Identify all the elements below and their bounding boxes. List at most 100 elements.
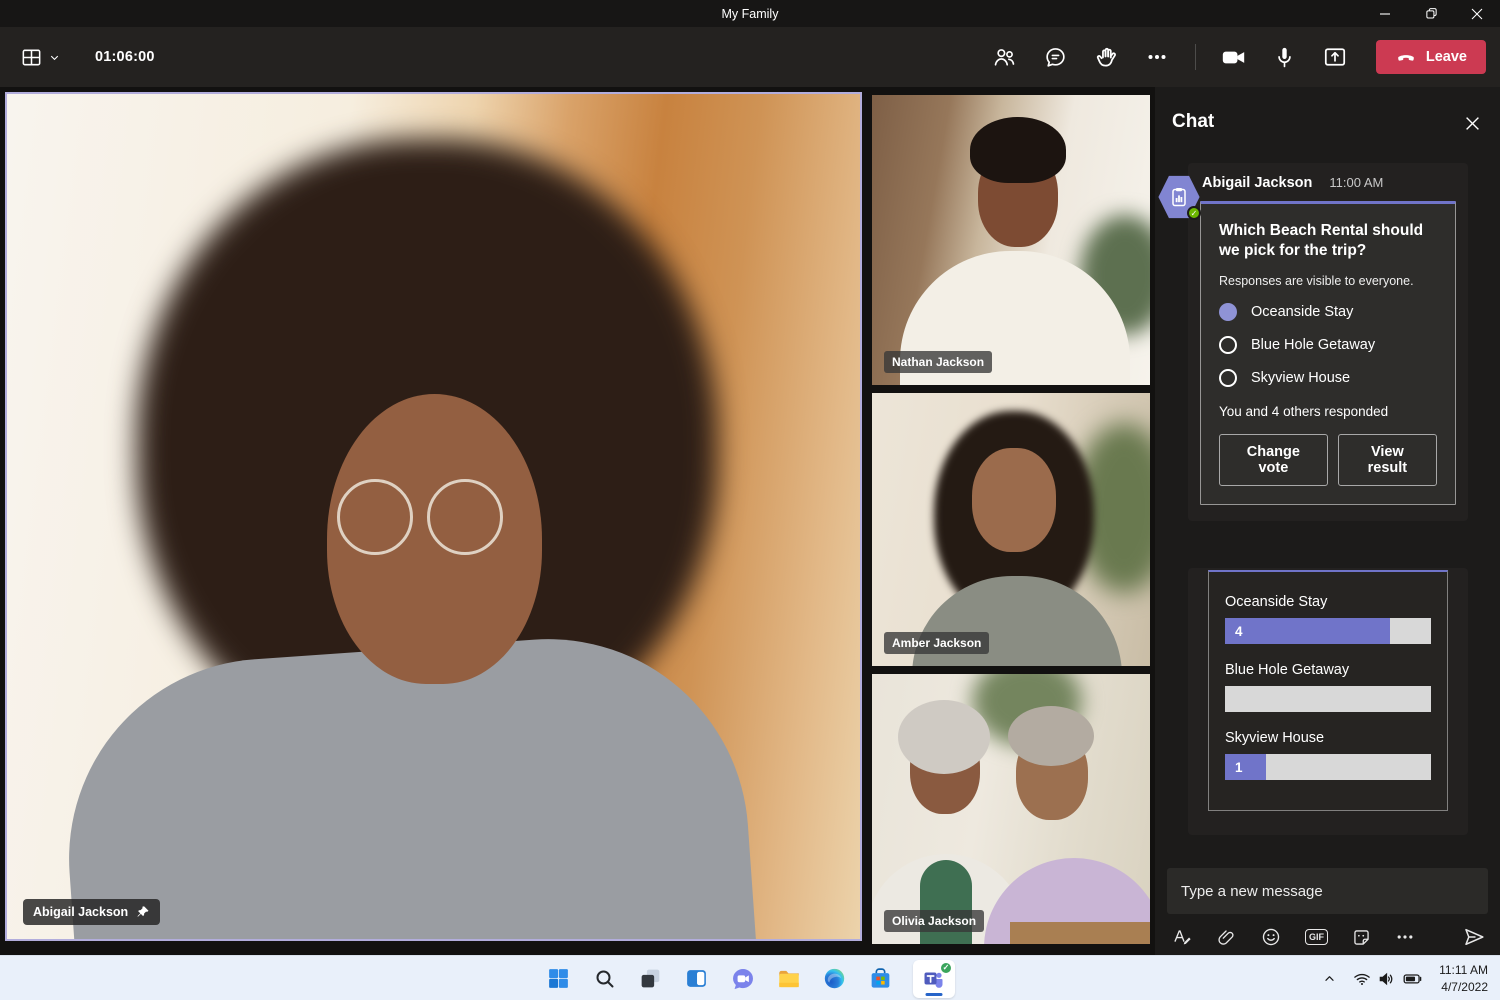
chat-message-poll-results: Oceanside Stay 4 Blue Hole Getaway Skyvi… xyxy=(1188,568,1468,835)
window-controls xyxy=(1362,0,1500,27)
minimize-button[interactable] xyxy=(1362,0,1408,27)
poll-option-radio[interactable] xyxy=(1219,369,1237,387)
video-tile-nathan[interactable]: Nathan Jackson xyxy=(872,95,1150,385)
restore-button[interactable] xyxy=(1408,0,1454,27)
tray-date: 4/7/2022 xyxy=(1439,979,1488,995)
camera-button[interactable] xyxy=(1211,37,1256,77)
result-label: Oceanside Stay xyxy=(1225,594,1431,610)
poll-option-label: Oceanside Stay xyxy=(1251,304,1353,320)
close-icon xyxy=(1471,8,1483,20)
meeting-stage: Abigail Jackson Nathan Jackson Amber Jac… xyxy=(0,87,1500,955)
participant-name-tag: Abigail Jackson xyxy=(23,899,160,925)
store-button[interactable] xyxy=(867,965,894,992)
wifi-icon xyxy=(1352,969,1372,989)
battery-icon xyxy=(1402,968,1423,989)
send-button[interactable] xyxy=(1462,925,1486,949)
poll-option-radio[interactable] xyxy=(1219,336,1237,354)
gif-button[interactable]: GIF xyxy=(1305,929,1328,945)
attach-button[interactable] xyxy=(1216,927,1237,948)
participant-name-tag: Olivia Jackson xyxy=(884,910,984,932)
poll-option: Blue Hole Getaway xyxy=(1219,336,1437,354)
camera-icon xyxy=(1220,44,1247,71)
widgets-button[interactable] xyxy=(683,965,710,992)
result-votes: 4 xyxy=(1235,624,1243,639)
poll-option: Oceanside Stay xyxy=(1219,303,1437,321)
search-button[interactable] xyxy=(591,965,618,992)
close-button[interactable] xyxy=(1454,0,1500,27)
edge-icon xyxy=(822,966,847,991)
windows-chat-icon xyxy=(730,966,756,992)
taskbar-clock[interactable]: 11:11 AM 4/7/2022 xyxy=(1435,962,1492,994)
meeting-chat-button[interactable] xyxy=(1033,37,1078,77)
poll-bot-avatar: ✓ xyxy=(1158,175,1200,219)
send-icon xyxy=(1462,925,1486,949)
hangup-phone-icon xyxy=(1395,46,1417,68)
main-video-tile-abigail[interactable]: Abigail Jackson xyxy=(5,92,862,941)
raised-hand-icon xyxy=(1094,45,1119,70)
format-icon xyxy=(1171,926,1193,948)
teams-meeting-window: My Family 01:06:00 xyxy=(0,0,1500,1000)
chat-message-poll: Abigail Jackson 11:00 AM Which Beach Ren… xyxy=(1188,163,1468,521)
poll-responded-text: You and 4 others responded xyxy=(1219,404,1437,419)
chat-close-button[interactable] xyxy=(1458,109,1486,137)
message-timestamp: 11:00 AM xyxy=(1329,175,1383,190)
poll-option: Skyview House xyxy=(1219,369,1437,387)
result-votes: 1 xyxy=(1235,760,1243,775)
call-toolbar: 01:06:00 xyxy=(0,27,1500,87)
mic-icon xyxy=(1272,45,1297,70)
file-explorer-button[interactable] xyxy=(775,965,802,992)
chat-app-button[interactable] xyxy=(729,965,756,992)
tray-overflow-button[interactable] xyxy=(1319,968,1340,989)
composer-more-button[interactable] xyxy=(1395,927,1415,947)
store-icon xyxy=(868,966,893,991)
teams-taskbar-button[interactable]: ✓ xyxy=(913,960,955,998)
ellipsis-icon xyxy=(1145,45,1169,69)
view-result-button[interactable]: View result xyxy=(1338,434,1437,486)
result-label: Skyview House xyxy=(1225,730,1431,746)
message-sender: Abigail Jackson xyxy=(1202,175,1312,191)
start-button[interactable] xyxy=(545,965,572,992)
result-label: Blue Hole Getaway xyxy=(1225,662,1431,678)
teams-active-check-badge: ✓ xyxy=(940,962,952,974)
participants-button[interactable] xyxy=(982,37,1027,77)
result-bar-fill: 4 xyxy=(1225,618,1390,644)
call-timer: 01:06:00 xyxy=(95,49,155,65)
leave-label: Leave xyxy=(1426,49,1467,65)
widgets-icon xyxy=(684,966,709,991)
volume-icon xyxy=(1377,969,1397,989)
video-tile-olivia[interactable]: Olivia Jackson xyxy=(872,674,1150,944)
participant-name: Olivia Jackson xyxy=(892,914,976,928)
poll-option-label: Blue Hole Getaway xyxy=(1251,337,1375,353)
tray-system-icons[interactable] xyxy=(1350,966,1425,991)
gallery-view-button[interactable] xyxy=(14,40,67,75)
windows-taskbar: ✓ 11:11 AM 4/7/2022 xyxy=(0,955,1500,1000)
poll-results-card: Oceanside Stay 4 Blue Hole Getaway Skyvi… xyxy=(1208,570,1448,811)
participant-name-tag: Nathan Jackson xyxy=(884,351,992,373)
poll-option-label: Skyview House xyxy=(1251,370,1350,386)
poll-option-radio[interactable] xyxy=(1219,303,1237,321)
message-input[interactable] xyxy=(1167,868,1488,914)
share-screen-button[interactable] xyxy=(1313,37,1358,77)
chat-bubble-icon xyxy=(1043,45,1068,70)
leave-button[interactable]: Leave xyxy=(1376,40,1486,74)
change-vote-button[interactable]: Change vote xyxy=(1219,434,1328,486)
emoji-icon xyxy=(1260,926,1282,948)
share-screen-icon xyxy=(1322,44,1348,70)
result-bar: 4 xyxy=(1225,618,1431,644)
participant-name-tag: Amber Jackson xyxy=(884,632,989,654)
result-bar: 1 xyxy=(1225,754,1431,780)
toolbar-divider xyxy=(1195,44,1196,70)
mic-button[interactable] xyxy=(1262,37,1307,77)
video-tile-amber[interactable]: Amber Jackson xyxy=(872,393,1150,666)
task-view-icon xyxy=(638,966,663,991)
raise-hand-button[interactable] xyxy=(1084,37,1129,77)
more-options-button[interactable] xyxy=(1135,37,1180,77)
poll-visibility-note: Responses are visible to everyone. xyxy=(1219,274,1437,288)
presence-available-badge: ✓ xyxy=(1187,206,1201,220)
ellipsis-icon xyxy=(1395,927,1415,947)
emoji-button[interactable] xyxy=(1260,926,1282,948)
task-view-button[interactable] xyxy=(637,965,664,992)
format-button[interactable] xyxy=(1171,926,1193,948)
edge-browser-button[interactable] xyxy=(821,965,848,992)
sticker-button[interactable] xyxy=(1351,927,1372,948)
